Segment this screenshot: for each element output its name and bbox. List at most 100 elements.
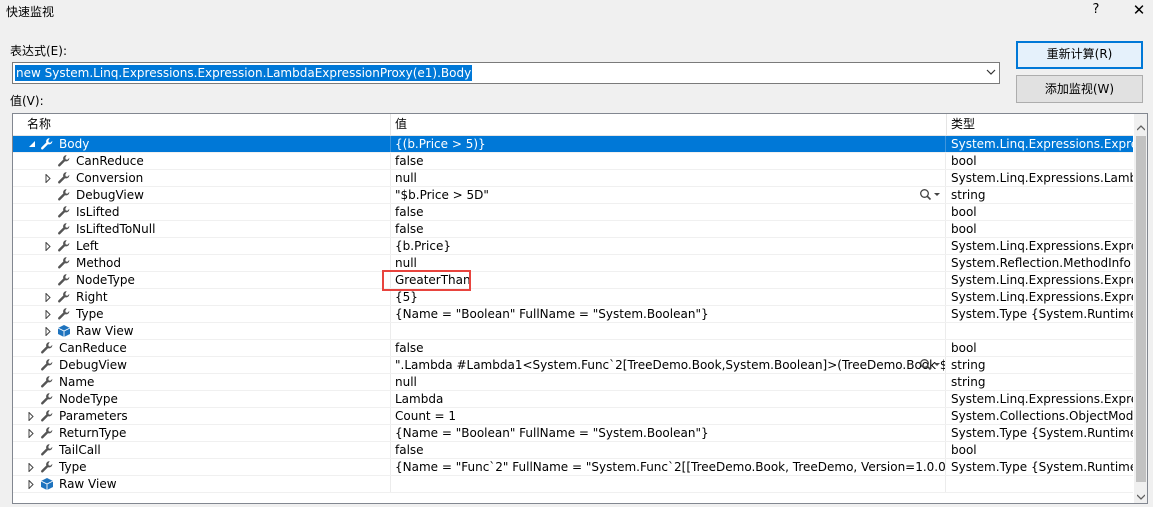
visualizer-magnifier-icon[interactable]	[919, 358, 941, 372]
row-name-cell[interactable]: Raw View	[13, 323, 391, 339]
tree-row[interactable]: IsLifted false bool	[13, 204, 1133, 221]
tree-row[interactable]: NodeType Lambda System.Linq.Expressions.Ex…	[13, 391, 1133, 408]
tree-row[interactable]: Right {5} System.Linq.Expressions.Express.…	[13, 289, 1133, 306]
row-name-cell[interactable]: Raw View	[13, 476, 391, 492]
row-value[interactable]: GreaterThan	[391, 272, 946, 288]
row-value[interactable]	[391, 476, 946, 492]
row-value[interactable]: {Name = "Boolean" FullName = "System.Boo…	[391, 425, 946, 441]
help-button[interactable]: ?	[1088, 2, 1104, 18]
recalculate-button[interactable]: 重新计算(R)	[1016, 41, 1143, 69]
expand-triangle-icon[interactable]	[45, 306, 55, 322]
expand-triangle-icon[interactable]	[28, 408, 38, 424]
row-name-cell[interactable]: Name	[13, 374, 391, 390]
chevron-down-icon[interactable]	[986, 65, 996, 76]
row-name-cell[interactable]: Type	[13, 459, 391, 475]
row-name-cell[interactable]: CanReduce	[13, 153, 391, 169]
tree-row[interactable]: Body {(b.Price > 5)} System.Linq.Expressio…	[13, 136, 1133, 153]
row-name-cell[interactable]: Parameters	[13, 408, 391, 424]
visualizer-magnifier-icon[interactable]	[919, 188, 941, 202]
expand-triangle-icon[interactable]	[28, 476, 38, 492]
row-value[interactable]: Lambda	[391, 391, 946, 407]
vertical-scrollbar[interactable]	[1134, 114, 1147, 503]
row-type: System.Reflection.MethodInfo	[951, 256, 1131, 270]
expand-triangle-icon[interactable]	[45, 238, 55, 254]
row-name: Type	[76, 307, 104, 321]
row-value[interactable]: false	[391, 204, 946, 220]
wrench-icon	[40, 375, 54, 389]
expand-triangle-icon[interactable]	[28, 425, 38, 441]
tree-row[interactable]: Conversion null System.Linq.Expressions.La…	[13, 170, 1133, 187]
row-value[interactable]: ".Lambda #Lambda1<System.Func`2[TreeDemo…	[391, 357, 946, 373]
collapse-triangle-icon[interactable]	[28, 136, 38, 152]
grid-rows: Body {(b.Price > 5)} System.Linq.Expressio…	[13, 136, 1133, 493]
expand-triangle-icon[interactable]	[45, 170, 55, 186]
row-value[interactable]: {(b.Price > 5)}	[391, 136, 946, 152]
wrench-icon	[57, 307, 71, 321]
row-name-cell[interactable]: IsLiftedToNull	[13, 221, 391, 237]
row-value[interactable]: false	[391, 340, 946, 356]
tree-row[interactable]: CanReduce false bool	[13, 153, 1133, 170]
tree-row[interactable]: CanReduce false bool	[13, 340, 1133, 357]
row-value[interactable]: false	[391, 221, 946, 237]
expression-input-text[interactable]: new System.Linq.Expressions.Expression.L…	[15, 65, 473, 81]
row-name-cell[interactable]: NodeType	[13, 391, 391, 407]
tree-row[interactable]: ReturnType {Name = "Boolean" FullName = "…	[13, 425, 1133, 442]
column-header-value[interactable]: 值	[391, 114, 947, 135]
tree-row[interactable]: Left {b.Price} System.Linq.Expressions.Exp…	[13, 238, 1133, 255]
scroll-down-icon[interactable]	[1136, 489, 1146, 503]
row-name-cell[interactable]: ReturnType	[13, 425, 391, 441]
column-header-name[interactable]: 名称	[13, 114, 391, 135]
wrench-icon	[57, 154, 71, 168]
row-name-cell[interactable]: Left	[13, 238, 391, 254]
row-name-cell[interactable]: Body	[13, 136, 391, 152]
wrench-icon	[57, 273, 71, 287]
row-value[interactable]: false	[391, 153, 946, 169]
expression-combobox[interactable]: new System.Linq.Expressions.Expression.L…	[12, 62, 1000, 84]
row-value[interactable]	[391, 323, 946, 339]
column-header-type[interactable]: 类型	[947, 114, 1133, 135]
row-name-cell[interactable]: DebugView	[13, 357, 391, 373]
row-name-cell[interactable]: NodeType	[13, 272, 391, 288]
row-name-cell[interactable]: Method	[13, 255, 391, 271]
tree-row[interactable]: Method null System.Reflection.MethodInfo	[13, 255, 1133, 272]
close-button[interactable]: ✕	[1130, 1, 1148, 19]
row-value[interactable]: null	[391, 255, 946, 271]
row-value[interactable]: {Name = "Func`2" FullName = "System.Func…	[391, 459, 946, 475]
row-name-cell[interactable]: CanReduce	[13, 340, 391, 356]
row-value[interactable]: {Name = "Boolean" FullName = "System.Boo…	[391, 306, 946, 322]
wrench-icon	[40, 443, 54, 457]
row-value[interactable]: null	[391, 170, 946, 186]
expand-triangle-icon[interactable]	[45, 323, 55, 339]
watch-grid[interactable]: 名称 值 类型 Body {(b.Price > 5)} System.Linq.E…	[12, 113, 1148, 504]
row-value[interactable]: {b.Price}	[391, 238, 946, 254]
add-watch-button[interactable]: 添加监视(W)	[1016, 75, 1143, 103]
tree-row[interactable]: IsLiftedToNull false bool	[13, 221, 1133, 238]
row-value[interactable]: {5}	[391, 289, 946, 305]
expand-triangle-icon[interactable]	[28, 459, 38, 475]
tree-row[interactable]: Raw View	[13, 323, 1133, 340]
row-value[interactable]: Count = 1	[391, 408, 946, 424]
row-name-cell[interactable]: DebugView	[13, 187, 391, 203]
tree-row[interactable]: NodeType GreaterThan System.Linq.Expressio…	[13, 272, 1133, 289]
tree-row[interactable]: Parameters Count = 1 System.Collections.Ob…	[13, 408, 1133, 425]
expand-triangle-icon[interactable]	[45, 289, 55, 305]
tree-row[interactable]: Type {Name = "Boolean" FullName = "System…	[13, 306, 1133, 323]
row-name-cell[interactable]: Right	[13, 289, 391, 305]
tree-row[interactable]: DebugView "$b.Price > 5D" string	[13, 187, 1133, 204]
row-type: System.Linq.Expressions.Express...	[951, 392, 1133, 406]
tree-row[interactable]: Name null string	[13, 374, 1133, 391]
row-value[interactable]: false	[391, 442, 946, 458]
tree-row[interactable]: Type {Name = "Func`2" FullName = "System.…	[13, 459, 1133, 476]
row-name: CanReduce	[76, 154, 144, 168]
tree-row[interactable]: DebugView ".Lambda #Lambda1<System.Func`2…	[13, 357, 1133, 374]
scrollbar-thumb[interactable]	[1136, 136, 1146, 482]
row-value[interactable]: "$b.Price > 5D"	[391, 187, 946, 203]
row-name-cell[interactable]: IsLifted	[13, 204, 391, 220]
row-name-cell[interactable]: TailCall	[13, 442, 391, 458]
row-name-cell[interactable]: Type	[13, 306, 391, 322]
row-value[interactable]: null	[391, 374, 946, 390]
scroll-up-icon[interactable]	[1136, 120, 1146, 134]
tree-row[interactable]: Raw View	[13, 476, 1133, 493]
tree-row[interactable]: TailCall false bool	[13, 442, 1133, 459]
row-name-cell[interactable]: Conversion	[13, 170, 391, 186]
